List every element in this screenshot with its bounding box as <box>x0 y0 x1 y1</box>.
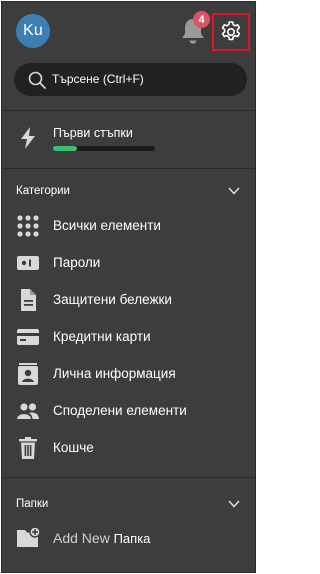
gear-icon <box>221 21 241 41</box>
password-icon <box>17 256 39 270</box>
identity-icon <box>18 363 38 385</box>
progress-fill <box>53 146 78 151</box>
getting-started-item[interactable]: Първи стъпки <box>2 110 255 168</box>
divider <box>2 168 255 169</box>
sidebar-item-label: Споделени елементи <box>53 403 187 418</box>
folder-text: Папка <box>113 531 151 546</box>
notification-badge: 4 <box>193 11 210 28</box>
sidebar-item-personal-info[interactable]: Лична информация <box>2 356 255 392</box>
sidebar-item-label: Лична информация <box>53 366 176 381</box>
search-icon <box>28 71 46 89</box>
folders-title: Папки <box>16 498 49 510</box>
note-icon <box>21 289 36 311</box>
categories-header[interactable]: Категории <box>2 177 255 205</box>
chevron-down-icon <box>228 187 240 195</box>
getting-started-label: Първи стъпки <box>53 126 133 140</box>
sidebar-panel: Ku 4 Търсене (Ctrl+F) Първи стъпки Катег… <box>1 1 256 573</box>
add-new-text: Add New <box>53 530 110 546</box>
trash-icon <box>19 437 37 459</box>
sidebar-item-label: Всички елементи <box>53 218 161 233</box>
lightning-icon <box>21 127 35 149</box>
sidebar-item-secure-notes[interactable]: Защитени бележки <box>2 282 255 318</box>
divider <box>2 477 255 478</box>
sidebar-item-all-items[interactable]: Всички елементи <box>2 208 255 244</box>
credit-card-icon <box>17 329 39 345</box>
header: Ku 4 <box>2 2 255 58</box>
sidebar-item-label: Кредитни карти <box>53 329 151 344</box>
sidebar-item-passwords[interactable]: Пароли <box>2 245 255 281</box>
grid-icon <box>17 215 39 237</box>
avatar[interactable]: Ku <box>16 14 50 48</box>
sidebar-item-label: Кошче <box>53 440 94 455</box>
sidebar-item-label: Пароли <box>53 255 101 270</box>
shared-users-icon <box>17 403 39 419</box>
sidebar-item-label: Защитени бележки <box>53 292 172 307</box>
sidebar-item-trash[interactable]: Кошче <box>2 430 255 466</box>
add-new-folder-label: Add New Папка <box>53 530 150 546</box>
sidebar-item-shared-items[interactable]: Споделени елементи <box>2 393 255 429</box>
chevron-down-icon <box>228 500 240 508</box>
folders-header[interactable]: Папки <box>2 490 255 518</box>
sidebar-item-credit-cards[interactable]: Кредитни карти <box>2 319 255 355</box>
getting-started-progress <box>53 146 155 151</box>
folder-add-icon <box>17 526 40 547</box>
categories-title: Категории <box>16 185 70 197</box>
settings-button[interactable] <box>212 13 250 51</box>
add-new-folder-button[interactable]: Add New Папка <box>2 520 255 556</box>
search-input[interactable]: Търсене (Ctrl+F) <box>14 63 247 96</box>
search-placeholder: Търсене (Ctrl+F) <box>52 72 144 86</box>
